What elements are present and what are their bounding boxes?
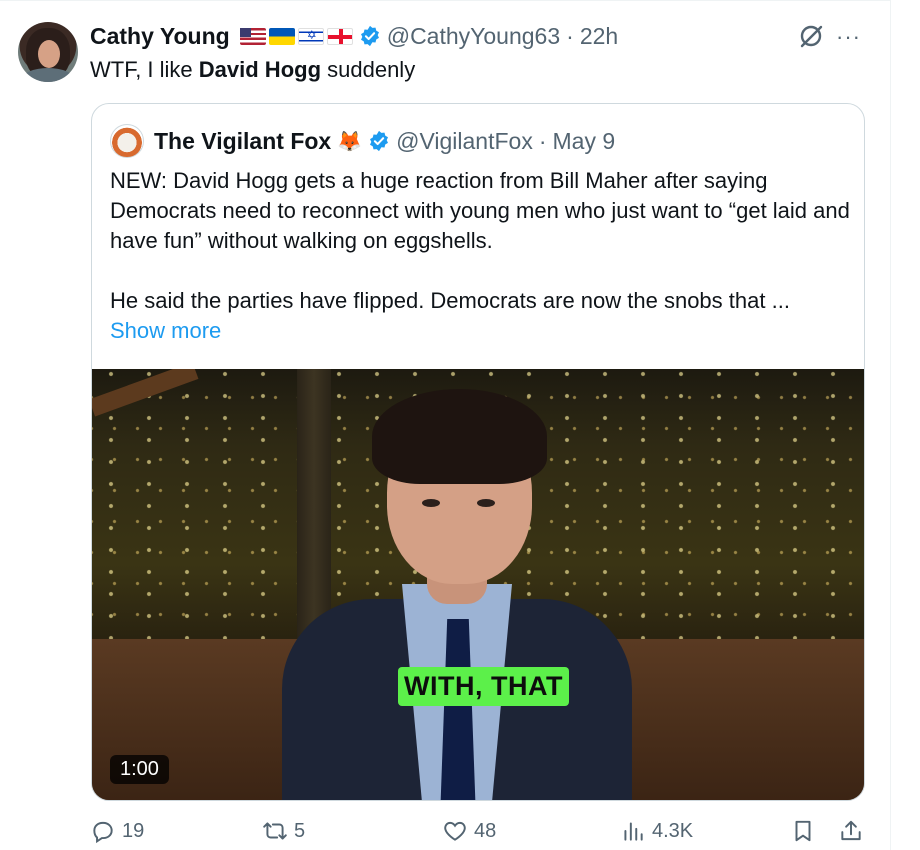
- israel-flag-icon: [297, 27, 324, 45]
- quote-handle[interactable]: @VigilantFox: [396, 128, 533, 155]
- ukraine-flag-icon: [268, 27, 295, 45]
- quote-paragraph-1: NEW: David Hogg gets a huge reaction fro…: [110, 168, 850, 253]
- video-duration: 1:00: [110, 755, 169, 784]
- grok-icon[interactable]: [797, 22, 825, 50]
- action-bar: 19 5 48 4.3K: [90, 818, 870, 850]
- views-count: 4.3K: [652, 819, 694, 842]
- views-icon: [624, 822, 643, 841]
- fox-emoji: 🦊: [337, 130, 363, 153]
- show-more-link[interactable]: Show more: [110, 316, 850, 346]
- tweet-header: Cathy Young @CathyYoung63 · 22h: [90, 20, 618, 52]
- separator: ·: [566, 22, 574, 49]
- views-button[interactable]: 4.3K: [620, 818, 693, 844]
- quote-author-name[interactable]: The Vigilant Fox: [154, 128, 331, 155]
- like-icon: [444, 821, 466, 841]
- quote-separator: ·: [538, 127, 547, 154]
- quote-header: The Vigilant Fox 🦊 @VigilantFox · May 9: [110, 124, 616, 158]
- share-button[interactable]: [838, 818, 864, 844]
- video-frame-person: [242, 389, 662, 800]
- tweet-text-bold: David Hogg: [198, 57, 322, 82]
- quote-paragraph-2: He said the parties have flipped. Democr…: [110, 288, 790, 313]
- top-divider: [0, 0, 890, 1]
- reply-icon: [93, 821, 113, 844]
- column-divider: [890, 0, 891, 850]
- repost-icon: [263, 822, 287, 840]
- bookmark-icon: [795, 820, 811, 842]
- author-handle[interactable]: @CathyYoung63: [387, 23, 560, 50]
- quote-avatar[interactable]: [110, 124, 144, 158]
- verified-icon[interactable]: [368, 130, 390, 152]
- quoted-tweet[interactable]: The Vigilant Fox 🦊 @VigilantFox · May 9 …: [91, 103, 865, 801]
- reply-button[interactable]: 19: [90, 818, 144, 844]
- more-icon[interactable]: ···: [836, 24, 861, 50]
- reply-count: 19: [122, 819, 145, 842]
- author-name[interactable]: Cathy Young: [90, 23, 230, 50]
- quote-date[interactable]: May 9: [553, 128, 616, 155]
- bookmark-button[interactable]: [790, 818, 816, 844]
- repost-button[interactable]: 5: [262, 818, 305, 844]
- avatar[interactable]: [18, 22, 78, 82]
- georgia-flag-icon: [326, 27, 353, 45]
- tweet-text-start: WTF, I like: [90, 57, 199, 82]
- tweet-text: WTF, I like David Hogg suddenly: [90, 56, 415, 84]
- like-count: 48: [474, 819, 497, 842]
- timestamp[interactable]: 22h: [580, 23, 618, 50]
- video-caption: WITH, THAT: [398, 667, 569, 706]
- verified-icon[interactable]: [359, 25, 381, 47]
- tweet-text-end: suddenly: [321, 57, 416, 82]
- us-flag-icon: [239, 27, 266, 45]
- repost-count: 5: [294, 819, 306, 842]
- quote-body: NEW: David Hogg gets a huge reaction fro…: [110, 166, 850, 346]
- video-player[interactable]: WITH, THAT 1:00: [92, 369, 864, 800]
- flag-emojis: [239, 27, 353, 45]
- share-icon: [841, 820, 861, 841]
- like-button[interactable]: 48: [442, 818, 496, 844]
